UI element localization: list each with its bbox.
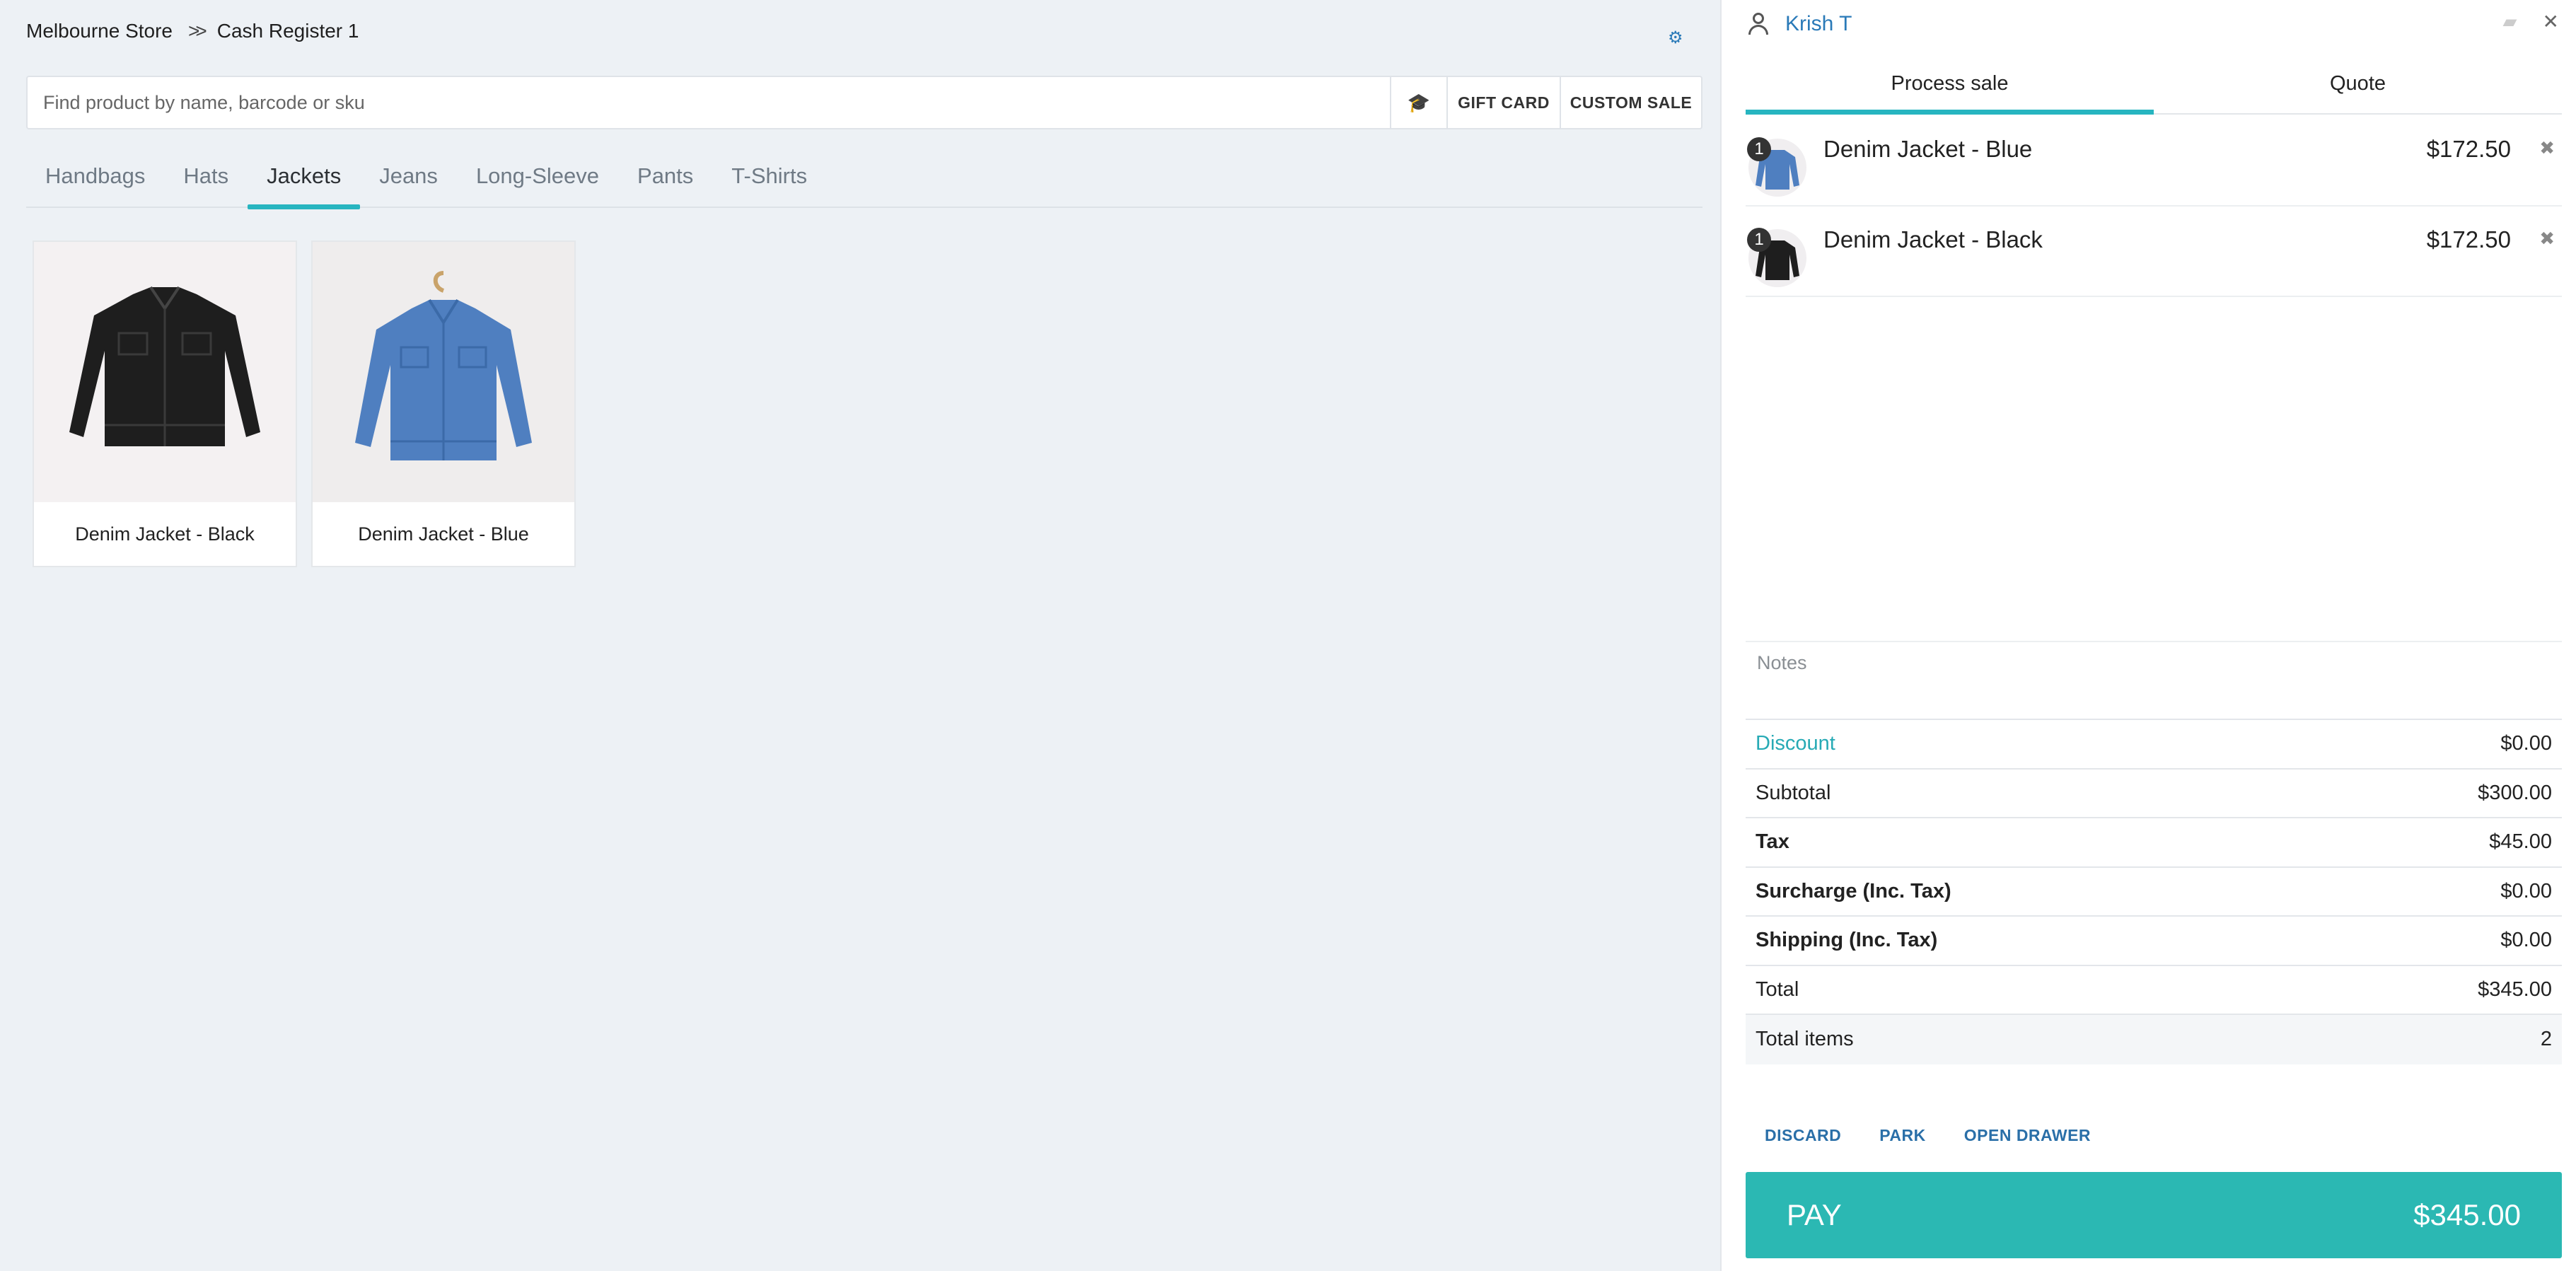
total-items-value: 2 xyxy=(2540,1028,2552,1051)
total-value: $345.00 xyxy=(2478,977,2552,1001)
breadcrumb-register[interactable]: Cash Register 1 xyxy=(217,20,359,42)
sale-pane: Krish T ▰ ✕ Process sale Quote 1 Denim J… xyxy=(1720,0,2576,1271)
totals-table: Discount $0.00 Subtotal $300.00 Tax $45.… xyxy=(1746,720,2562,1064)
gift-card-button[interactable]: GIFT CARD xyxy=(1446,77,1560,128)
tab-jeans[interactable]: Jeans xyxy=(360,160,457,208)
search-input[interactable] xyxy=(28,77,1390,128)
surcharge-value: $0.00 xyxy=(2500,879,2552,903)
tab-hats[interactable]: Hats xyxy=(164,160,248,208)
product-card[interactable]: Denim Jacket - Black xyxy=(33,240,297,567)
remove-icon[interactable]: ✖ xyxy=(2539,137,2555,159)
tab-process-sale[interactable]: Process sale xyxy=(1746,68,2154,115)
shipping-row: Shipping (Inc. Tax) $0.00 xyxy=(1746,917,2562,966)
tab-long-sleeve[interactable]: Long-Sleeve xyxy=(457,160,618,208)
close-icon[interactable]: ✕ xyxy=(2543,10,2559,33)
pay-button[interactable]: PAY $345.00 xyxy=(1746,1172,2562,1258)
tab-pants[interactable]: Pants xyxy=(618,160,712,208)
shipping-label: Shipping (Inc. Tax) xyxy=(1756,929,1938,952)
search-bar: 🎓 GIFT CARD CUSTOM SALE xyxy=(26,76,1702,129)
sale-top-actions: ▰ ✕ xyxy=(2503,10,2559,33)
tab-handbags[interactable]: Handbags xyxy=(26,160,164,208)
subtotal-row: Subtotal $300.00 xyxy=(1746,770,2562,818)
subtotal-value: $300.00 xyxy=(2478,781,2552,804)
pay-amount: $345.00 xyxy=(2413,1198,2521,1231)
discount-row[interactable]: Discount $0.00 xyxy=(1746,720,2562,770)
breadcrumb-store[interactable]: Melbourne Store xyxy=(26,20,173,42)
open-drawer-button[interactable]: OPEN DRAWER xyxy=(1945,1126,2110,1145)
total-label: Total xyxy=(1756,977,1799,1001)
tax-row: Tax $45.00 xyxy=(1746,818,2562,868)
product-pane: Melbourne Store >> Cash Register 1 ⚙ 🎓 G… xyxy=(0,0,1720,1271)
surcharge-label: Surcharge (Inc. Tax) xyxy=(1756,879,1951,903)
tax-label: Tax xyxy=(1756,830,1789,854)
cart-item-name: Denim Jacket - Blue xyxy=(1823,136,2033,162)
tab-quote[interactable]: Quote xyxy=(2154,68,2562,113)
discount-label[interactable]: Discount xyxy=(1756,732,1835,755)
discount-value: $0.00 xyxy=(2500,732,2552,755)
sale-actions: DISCARD PARK OPEN DRAWER xyxy=(1746,1126,2110,1145)
tag-icon[interactable]: ▰ xyxy=(2503,11,2517,33)
category-tabs: Handbags Hats Jackets Jeans Long-Sleeve … xyxy=(26,160,1702,209)
tax-value: $45.00 xyxy=(2489,830,2552,854)
quantity-badge: 1 xyxy=(1747,137,1771,161)
discard-button[interactable]: DISCARD xyxy=(1746,1126,1860,1145)
cart-item[interactable]: 1 Denim Jacket - Black $172.50 ✖ xyxy=(1746,207,2562,297)
total-items-label: Total items xyxy=(1756,1028,1854,1051)
cart-item[interactable]: 1 Denim Jacket - Blue $172.50 ✖ xyxy=(1746,116,2562,207)
product-grid: Denim Jacket - Black Denim Jacket - Blue xyxy=(33,240,576,567)
product-image xyxy=(313,242,574,502)
notes-field[interactable]: Notes xyxy=(1746,641,2562,720)
cart-item-price: $172.50 xyxy=(2426,226,2511,253)
cart-list: 1 Denim Jacket - Blue $172.50 ✖ 1 Denim … xyxy=(1746,116,2562,297)
total-items-row: Total items 2 xyxy=(1746,1015,2562,1064)
notes-placeholder: Notes xyxy=(1757,652,1807,673)
quantity-badge: 1 xyxy=(1747,228,1771,252)
tab-jackets[interactable]: Jackets xyxy=(248,160,361,209)
sale-tabs: Process sale Quote xyxy=(1746,68,2562,115)
breadcrumb-separator-icon: >> xyxy=(188,20,207,42)
graduation-cap-icon[interactable]: 🎓 xyxy=(1390,77,1446,128)
tab-t-shirts[interactable]: T-Shirts xyxy=(712,160,826,208)
customer-selector[interactable]: Krish T xyxy=(1747,10,1852,38)
customer-name[interactable]: Krish T xyxy=(1785,12,1852,36)
remove-icon[interactable]: ✖ xyxy=(2539,228,2555,250)
total-row: Total $345.00 xyxy=(1746,966,2562,1015)
park-button[interactable]: PARK xyxy=(1860,1126,1944,1145)
cart-item-name: Denim Jacket - Black xyxy=(1823,226,2043,253)
user-icon xyxy=(1747,11,1770,37)
custom-sale-button[interactable]: CUSTOM SALE xyxy=(1560,77,1701,128)
shipping-value: $0.00 xyxy=(2500,929,2552,952)
gear-icon[interactable]: ⚙ xyxy=(1668,30,1683,47)
surcharge-row: Surcharge (Inc. Tax) $0.00 xyxy=(1746,868,2562,917)
product-name: Denim Jacket - Black xyxy=(75,523,255,545)
pay-label: PAY xyxy=(1787,1198,1842,1231)
product-name: Denim Jacket - Blue xyxy=(358,523,529,545)
breadcrumb: Melbourne Store >> Cash Register 1 xyxy=(26,20,359,42)
subtotal-label: Subtotal xyxy=(1756,781,1831,804)
cart-item-price: $172.50 xyxy=(2426,136,2511,162)
product-card[interactable]: Denim Jacket - Blue xyxy=(311,240,576,567)
product-image xyxy=(34,242,296,502)
